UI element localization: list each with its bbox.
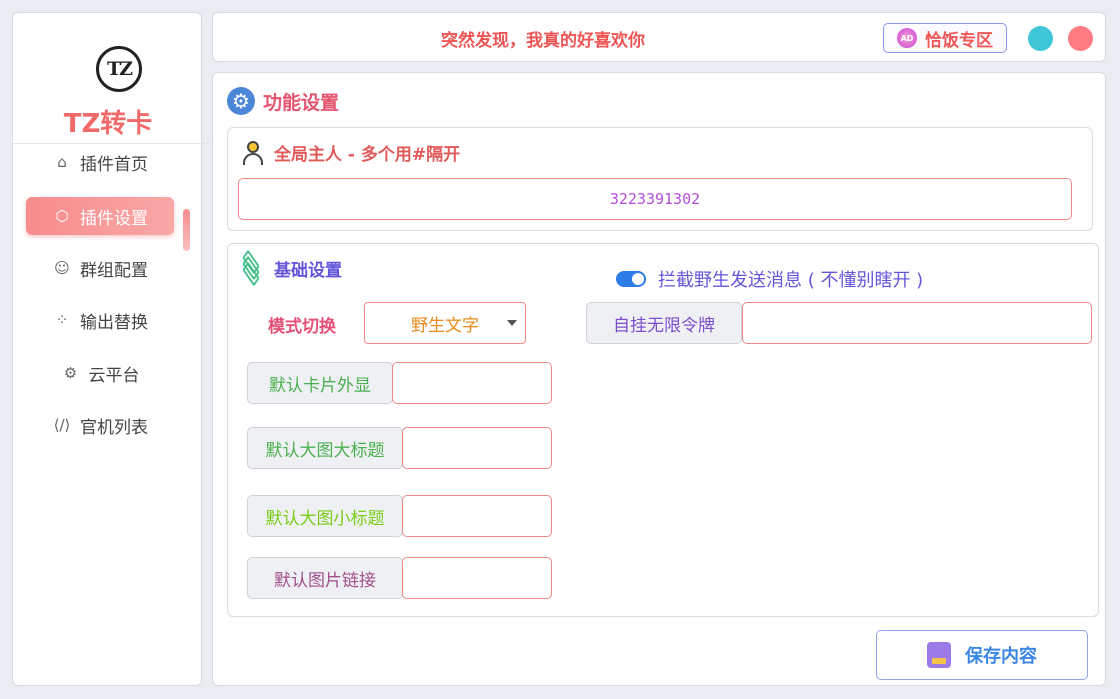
chevron-down-icon (507, 320, 517, 326)
sidebar-item-label: 云平台 (88, 365, 140, 386)
owner-box: 全局主人 - 多个用#隔开 (227, 127, 1093, 231)
big-title-input[interactable] (402, 427, 552, 469)
promo-button[interactable]: AD 恰饭专区 (883, 23, 1007, 53)
image-link-input[interactable] (402, 557, 552, 599)
intercept-toggle-row: 拦截野生发送消息 ( 不懂别瞎开 ) (616, 266, 923, 292)
section-title-text: 功能设置 (263, 91, 340, 114)
sidebar-item-label: 群组配置 (80, 260, 148, 281)
app-logo: TZ (96, 46, 142, 92)
mode-select-value: 野生文字 (411, 315, 479, 336)
owner-title-text: 全局主人 - 多个用#隔开 (274, 145, 461, 165)
save-button-label: 保存内容 (965, 646, 1037, 667)
sidebar-item-label: 插件首页 (80, 154, 148, 175)
basic-title: 基础设置 (238, 249, 342, 286)
promo-label: 恰饭专区 (925, 30, 993, 51)
layers-icon (238, 249, 264, 286)
intercept-toggle-label: 拦截野生发送消息 ( 不懂别瞎开 ) (658, 270, 924, 291)
close-button[interactable] (1068, 26, 1093, 51)
active-indicator (183, 209, 190, 251)
gear-icon: ⚙ (227, 87, 255, 115)
minimize-button[interactable] (1028, 26, 1053, 51)
card-display-input[interactable] (392, 362, 552, 404)
sidebar-item-label: 官机列表 (80, 417, 148, 438)
basic-settings-box: 基础设置 拦截野生发送消息 ( 不懂别瞎开 ) 模式切换 野生文字 自挂无限令牌… (227, 243, 1099, 617)
sidebar-item-label: 输出替换 (80, 312, 148, 333)
sidebar-item-group-config[interactable]: ☺ 群组配置 (26, 249, 174, 287)
main-panel: ⚙ 功能设置 全局主人 - 多个用#隔开 基础设置 拦截野生发送消息 ( 不懂别… (212, 72, 1106, 686)
save-icon (927, 642, 951, 668)
marquee-text: 突然发现，我真的好喜欢你 (441, 31, 645, 51)
top-bar: 突然发现，我真的好喜欢你 AD 恰饭专区 (212, 12, 1106, 62)
sidebar-item-output-replace[interactable]: ⁘ 输出替换 (26, 301, 174, 339)
token-label: 自挂无限令牌 (586, 302, 742, 344)
section-title: ⚙ 功能设置 (227, 87, 339, 115)
big-title-label: 默认大图大标题 (247, 427, 403, 469)
sidebar-item-home[interactable]: ⌂ 插件首页 (26, 143, 174, 181)
save-button[interactable]: 保存内容 (876, 630, 1088, 680)
mode-select[interactable]: 野生文字 (364, 302, 526, 344)
image-link-label: 默认图片链接 (247, 557, 403, 599)
app-name: TZ转卡 (63, 109, 153, 139)
big-subtitle-label: 默认大图小标题 (247, 495, 403, 537)
ad-icon: AD (897, 28, 917, 48)
intercept-toggle[interactable] (616, 271, 646, 287)
big-subtitle-input[interactable] (402, 495, 552, 537)
person-icon (242, 140, 264, 165)
owner-title: 全局主人 - 多个用#隔开 (242, 140, 460, 165)
sidebar: TZ TZ转卡 ⌂ 插件首页 ⬡ 插件设置 ☺ 群组配置 ⁘ 输出替换 ⚙ 云平… (12, 12, 213, 686)
grid-icon: ⁘ (55, 311, 69, 329)
user-gear-icon: ☺ (54, 259, 70, 277)
token-input[interactable] (742, 302, 1092, 344)
settings-hex-icon: ⬡ (55, 207, 69, 225)
sidebar-item-machine-list[interactable]: ⟨/⟩ 官机列表 (26, 406, 174, 444)
basic-title-text: 基础设置 (274, 261, 342, 281)
sidebar-item-label: 插件设置 (80, 208, 148, 229)
home-icon: ⌂ (57, 153, 67, 171)
card-display-label: 默认卡片外显 (247, 362, 393, 404)
sidebar-item-plugin-settings[interactable]: ⬡ 插件设置 (26, 197, 174, 235)
sidebar-item-cloud-platform[interactable]: ⚙ 云平台 (26, 354, 174, 392)
code-icon: ⟨/⟩ (53, 416, 71, 434)
gear-icon: ⚙ (63, 364, 78, 382)
owner-input[interactable] (238, 178, 1072, 220)
mode-label: 模式切换 (268, 317, 336, 337)
